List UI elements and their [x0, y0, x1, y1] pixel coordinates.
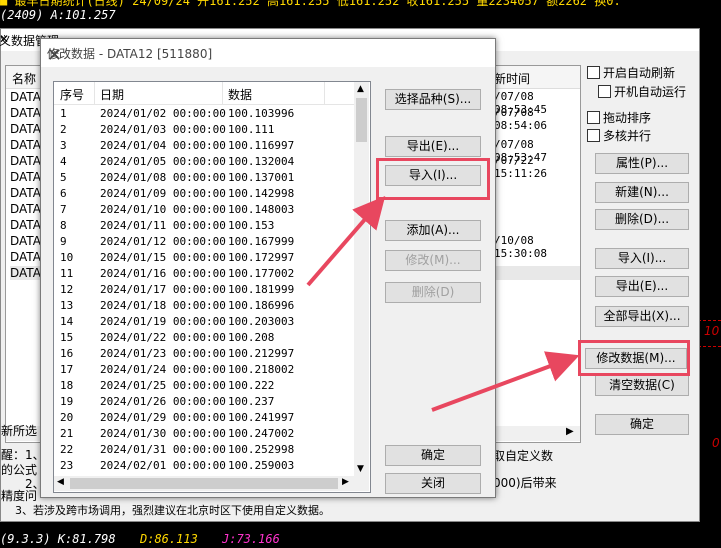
arrow-to-modify	[431, 351, 580, 412]
annotation-arrows	[306, 195, 580, 412]
arrow-to-import	[306, 195, 386, 287]
